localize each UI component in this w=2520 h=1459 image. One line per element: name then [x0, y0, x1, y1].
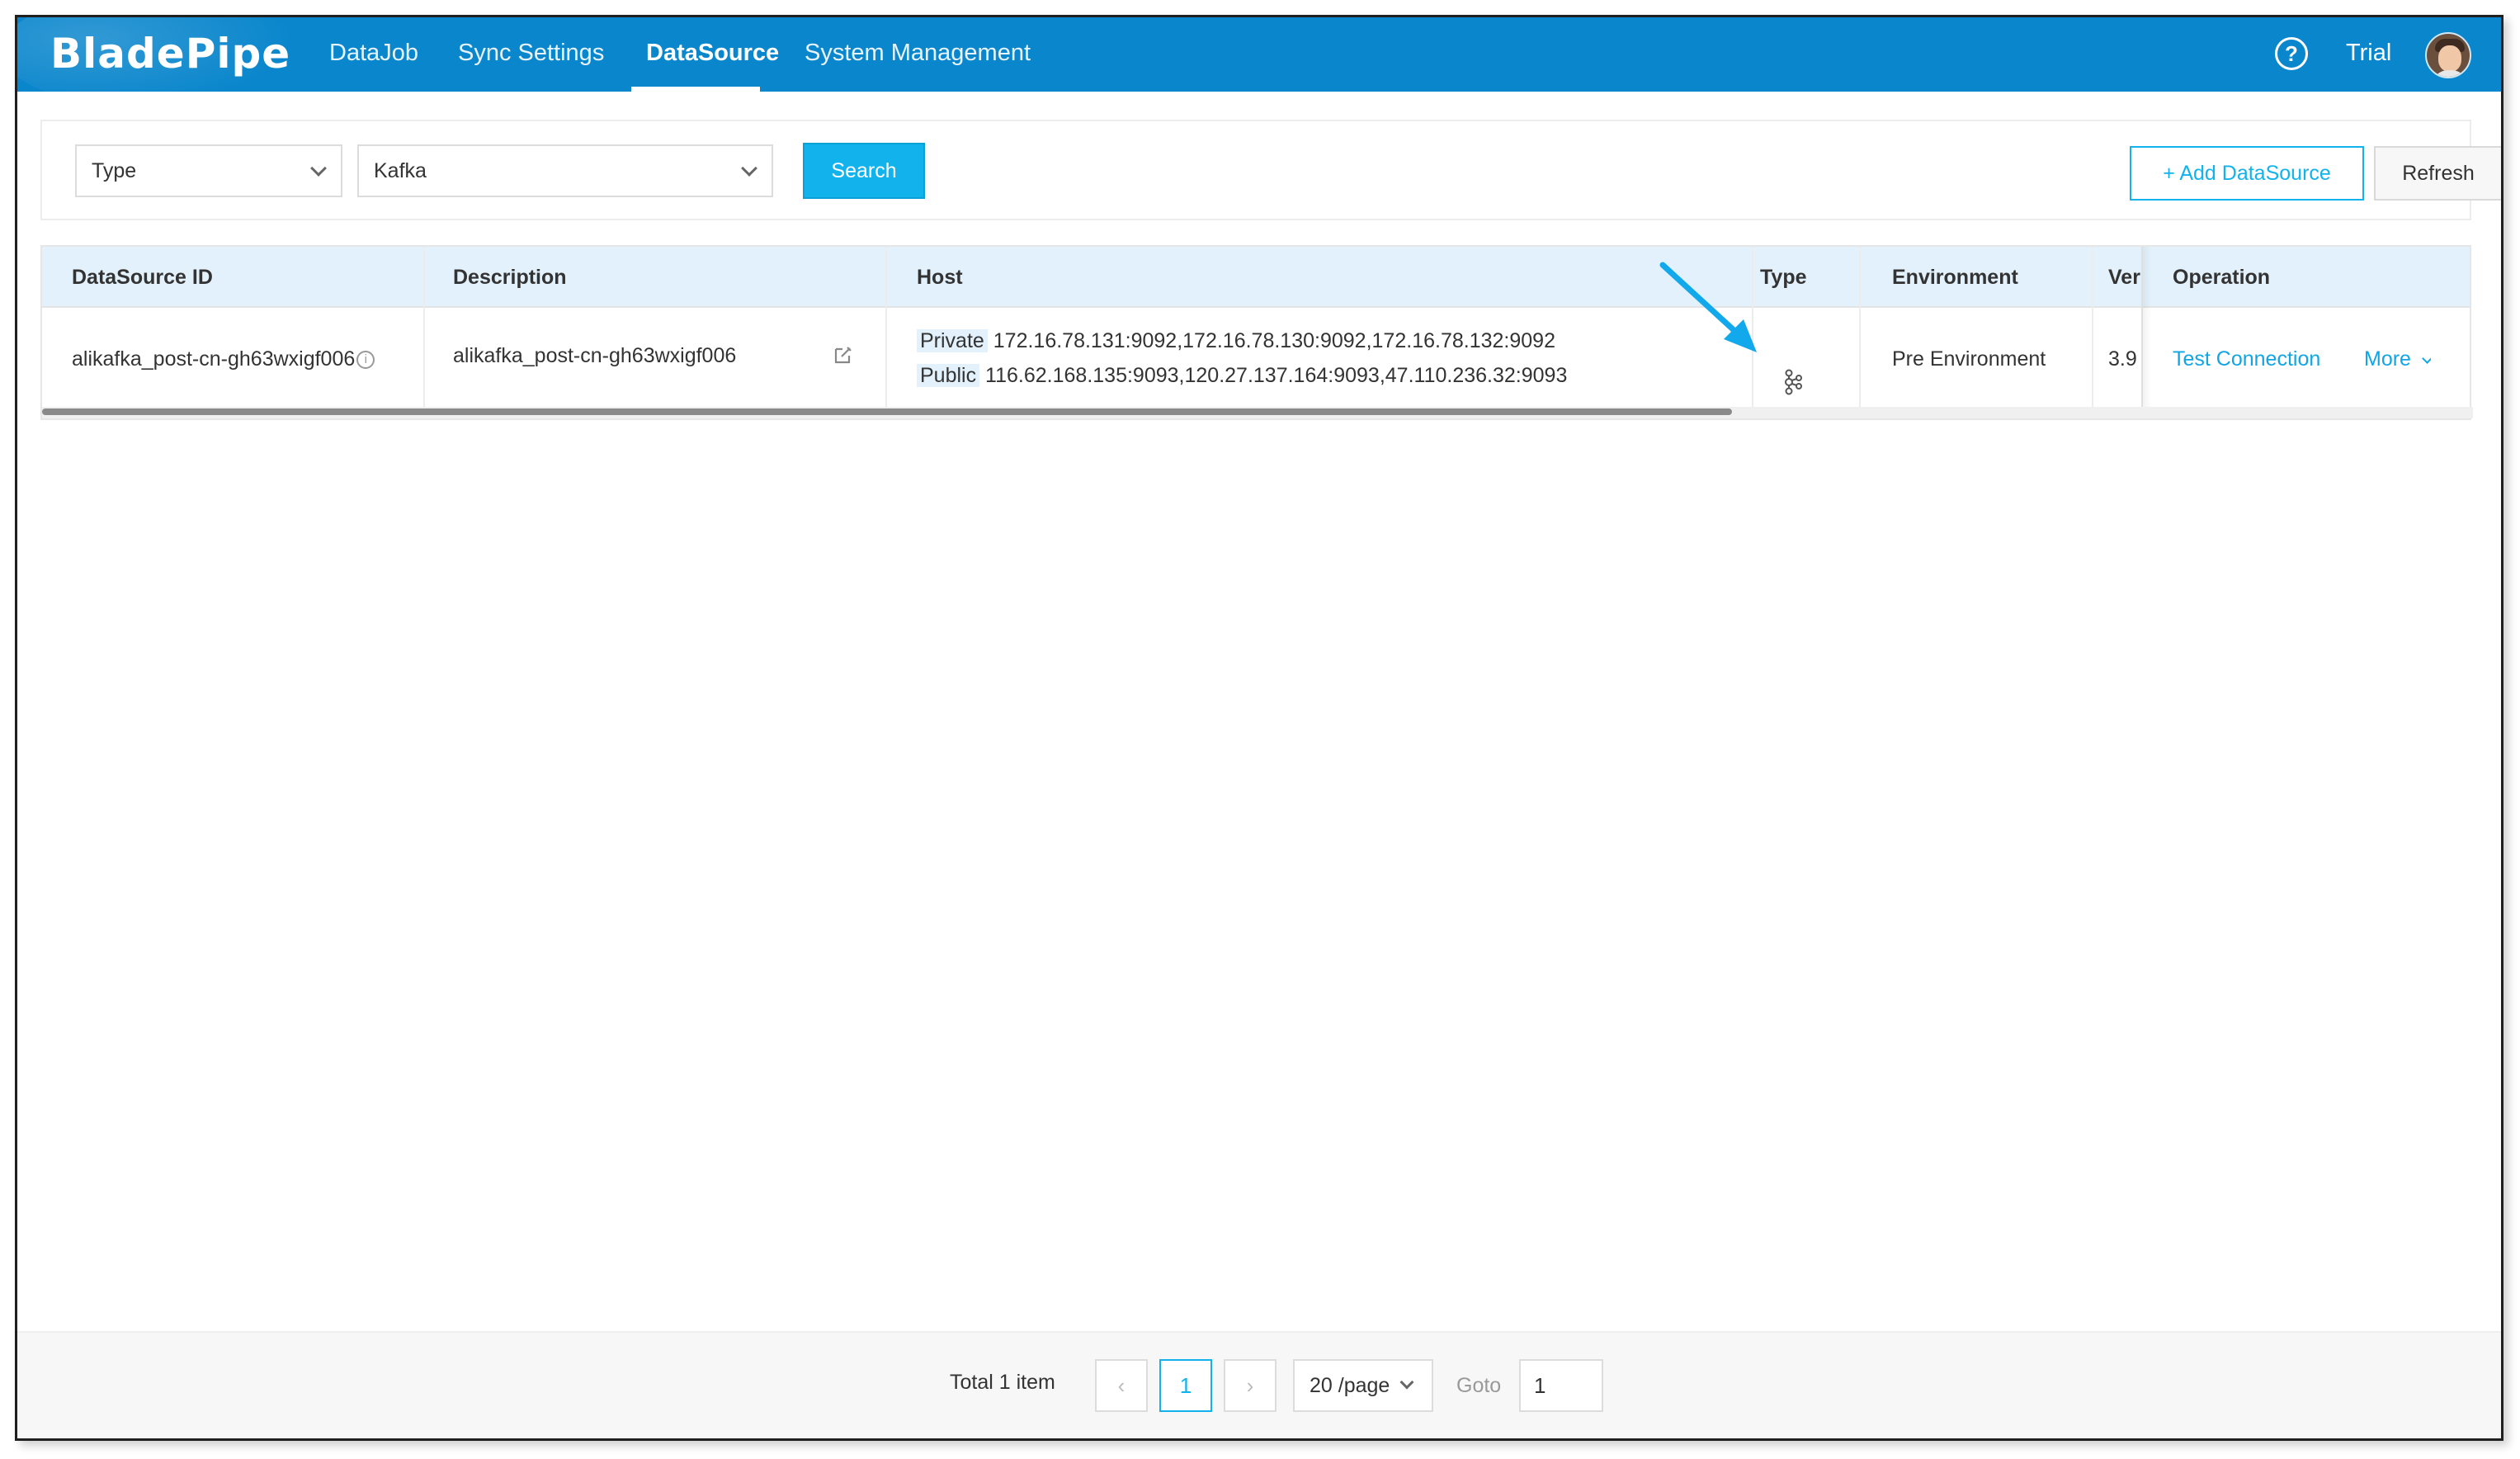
add-datasource-button[interactable]: + Add DataSource [2130, 146, 2364, 201]
datasource-id-cell: alikafka_post-cn-gh63wxigf006 i [72, 347, 375, 371]
chevron-down-icon [2422, 353, 2431, 364]
top-nav: BladePipe DataJob Sync Settings DataSour… [17, 17, 2501, 108]
active-tab-underline [631, 87, 760, 92]
filter-bar: Type Kafka Search + Add DataSource Refre… [40, 120, 2501, 220]
more-dropdown[interactable]: More [2364, 347, 2431, 371]
avatar-body [2432, 70, 2468, 77]
app-window: BladePipe DataJob Sync Settings DataSour… [15, 15, 2503, 1441]
description-cell: alikafka_post-cn-gh63wxigf006 [453, 344, 737, 367]
pagination-bar: Total 1 item ‹ 1 › 20 /page Goto 1 [17, 1331, 2501, 1438]
chevron-down-icon [1399, 1375, 1414, 1390]
user-label[interactable]: Trial [2346, 17, 2391, 92]
host-public-line: Public 116.62.168.135:9093,120.27.137.16… [917, 364, 1567, 388]
page-size-value: 20 /page [1310, 1374, 1390, 1397]
environment-cell: Pre Environment [1892, 347, 2046, 371]
help-icon[interactable]: ? [2275, 37, 2308, 70]
chevron-down-icon [741, 160, 757, 177]
datasource-type-select[interactable]: Kafka [357, 144, 773, 197]
goto-label: Goto [1456, 1374, 1502, 1397]
nav-item-system-management[interactable]: System Management [805, 17, 1031, 92]
chevron-down-icon [310, 160, 327, 177]
column-header-datasource-id: DataSource ID [72, 266, 213, 289]
search-button[interactable]: Search [803, 143, 925, 199]
avatar[interactable] [2425, 32, 2471, 78]
nav-item-datasource[interactable]: DataSource [631, 17, 779, 92]
host-private-value: 172.16.78.131:9092,172.16.78.130:9092,17… [993, 329, 1555, 352]
goto-page-input[interactable]: 1 [1519, 1359, 1603, 1412]
table-header: DataSource ID Description Host Type Envi… [42, 247, 2470, 308]
column-header-operation: Operation [2173, 266, 2271, 289]
datasource-type-select-value: Kafka [374, 159, 427, 182]
total-count: Total 1 item [950, 1371, 1055, 1394]
page-size-select[interactable]: 20 /page [1293, 1359, 1433, 1412]
info-icon[interactable]: i [356, 351, 375, 370]
version-cell: 3.9 [2108, 347, 2137, 371]
column-divider [885, 247, 887, 418]
nav-item-datajob[interactable]: DataJob [329, 17, 418, 92]
fixed-column-shadow [2141, 247, 2151, 418]
type-select[interactable]: Type [75, 144, 342, 197]
column-divider [1859, 247, 1861, 418]
horizontal-scrollbar-thumb[interactable] [42, 408, 1732, 415]
kafka-icon [1785, 369, 1802, 395]
prev-page-button[interactable]: ‹ [1095, 1359, 1148, 1412]
page-number-button[interactable]: 1 [1159, 1359, 1212, 1412]
host-private-tag: Private [917, 329, 988, 352]
refresh-button[interactable]: Refresh [2374, 146, 2501, 201]
host-public-value: 116.62.168.135:9093,120.27.137.164:9093,… [985, 364, 1568, 387]
next-page-button[interactable]: › [1224, 1359, 1277, 1412]
column-divider [423, 247, 425, 418]
column-header-host: Host [917, 266, 963, 289]
avatar-face [2438, 45, 2461, 72]
nav-item-datasource-label: DataSource [646, 40, 780, 66]
datasource-table: DataSource ID Description Host Type Envi… [40, 245, 2473, 420]
host-private-line: Private 172.16.78.131:9092,172.16.78.130… [917, 329, 1555, 353]
test-connection-link[interactable]: Test Connection [2173, 347, 2320, 371]
edit-icon[interactable] [833, 344, 854, 366]
type-select-value: Type [92, 159, 137, 182]
host-public-tag: Public [917, 364, 980, 387]
datasource-id: alikafka_post-cn-gh63wxigf006 [72, 347, 356, 371]
annotation-arrow-icon [1659, 262, 1757, 352]
more-label: More [2364, 347, 2411, 371]
column-header-environment: Environment [1892, 266, 2018, 289]
nav-item-sync-settings[interactable]: Sync Settings [458, 17, 604, 92]
bladepipe-logo[interactable]: BladePipe [50, 29, 290, 78]
column-divider [2092, 247, 2093, 418]
column-header-version: Version [2108, 266, 2143, 289]
column-header-description: Description [453, 266, 567, 289]
